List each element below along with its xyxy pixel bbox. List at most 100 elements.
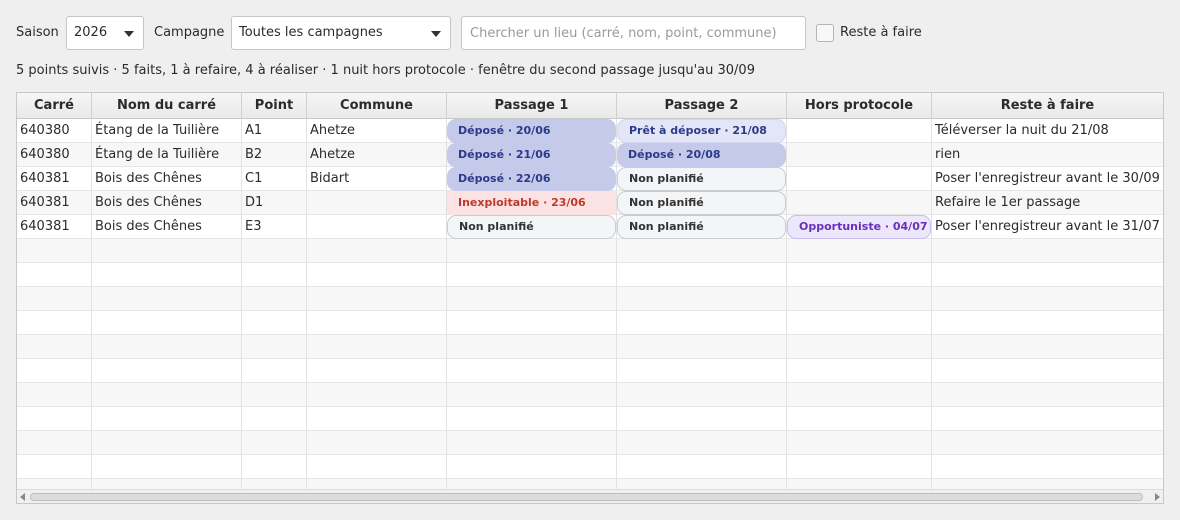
cell-reste: [932, 335, 1163, 359]
column-header-commune[interactable]: Commune: [307, 93, 447, 119]
cell-carre: [17, 359, 92, 383]
cell-carre: [17, 431, 92, 455]
status-badge[interactable]: Non planifié: [617, 215, 786, 239]
table-header: Carré Nom du carré Point Commune Passage…: [17, 93, 1163, 119]
cell-point: A1: [242, 119, 307, 143]
status-badge[interactable]: Non planifié: [447, 215, 616, 239]
cell-hors-protocole: [787, 191, 932, 215]
campaign-select[interactable]: Toutes les campagnes: [231, 16, 451, 50]
table-row[interactable]: 640381 Bois des Chênes D1 Inexploitable · 2…: [17, 191, 1163, 215]
cell-reste: Poser l'enregistreur avant le 30/09: [935, 171, 1160, 186]
cell-passage1: Non planifié: [447, 215, 617, 239]
cell-passage2: [617, 383, 787, 407]
empty-table-row: [17, 239, 1163, 263]
table-row[interactable]: 640381 Bois des Chênes C1 Bidart Déposé · 22…: [17, 167, 1163, 191]
cell-carre: [17, 383, 92, 407]
cell-carre: [17, 311, 92, 335]
cell-passage2: Non planifié: [617, 215, 787, 239]
cell-commune: [307, 215, 447, 239]
cell-passage2: Non planifié: [617, 167, 787, 191]
cell-hors-protocole: [787, 143, 932, 167]
status-badge[interactable]: Prêt à déposer · 21/08: [617, 119, 786, 143]
table-row[interactable]: 640380 Étang de la Tuilière A1 Ahetze Déposé…: [17, 119, 1163, 143]
cell-nom: [92, 263, 242, 287]
cell-nom: Bois des Chênes: [92, 191, 242, 215]
status-badge[interactable]: Non planifié: [617, 167, 786, 191]
table-row[interactable]: 640381 Bois des Chênes E3 Non planifié Non p…: [17, 215, 1163, 239]
cell-passage1: [447, 359, 617, 383]
scroll-left-icon[interactable]: [20, 493, 25, 501]
campaign-label: Campagne: [154, 25, 225, 40]
table-row[interactable]: 640380 Étang de la Tuilière B2 Ahetze Déposé…: [17, 143, 1163, 167]
cell-point: [242, 383, 307, 407]
chevron-down-icon: [124, 31, 134, 37]
cell-hors-protocole: [787, 167, 932, 191]
cell-commune: [307, 239, 447, 263]
cell-passage1: Déposé · 21/06: [447, 143, 617, 167]
cell-commune: [307, 311, 447, 335]
cell-nom: [92, 431, 242, 455]
search-input[interactable]: [461, 16, 806, 50]
cell-passage1: Déposé · 20/06: [447, 119, 617, 143]
cell-point: [242, 287, 307, 311]
cell-point: [242, 311, 307, 335]
cell-nom: [92, 335, 242, 359]
empty-table-row: [17, 335, 1163, 359]
remaining-checkbox[interactable]: [816, 24, 834, 42]
cell-carre: [17, 407, 92, 431]
season-label: Saison: [16, 25, 59, 40]
cell-reste: Poser l'enregistreur avant le 31/07: [935, 219, 1160, 234]
column-header-nom[interactable]: Nom du carré: [92, 93, 242, 119]
column-header-reste[interactable]: Reste à faire: [932, 93, 1163, 119]
status-badge[interactable]: Opportuniste · 04/07: [787, 215, 931, 239]
cell-passage2: [617, 311, 787, 335]
cell-hors-protocole: [787, 455, 932, 479]
cell-passage1: [447, 263, 617, 287]
scroll-right-icon[interactable]: [1155, 493, 1160, 501]
cell-reste: [932, 263, 1163, 287]
cell-commune: [307, 431, 447, 455]
cell-nom: [92, 239, 242, 263]
cell-point: [242, 335, 307, 359]
status-badge[interactable]: Déposé · 22/06: [447, 167, 616, 191]
cell-nom: Bois des Chênes: [92, 167, 242, 191]
column-header-point[interactable]: Point: [242, 93, 307, 119]
cell-point: B2: [242, 143, 307, 167]
cell-passage2: Prêt à déposer · 21/08: [617, 119, 787, 143]
column-header-hors-protocole[interactable]: Hors protocole: [787, 93, 932, 119]
cell-reste: [932, 431, 1163, 455]
remaining-checkbox-label[interactable]: Reste à faire: [840, 25, 922, 40]
horizontal-scrollbar[interactable]: [17, 489, 1163, 503]
empty-table-row: [17, 287, 1163, 311]
status-badge[interactable]: Non planifié: [617, 191, 786, 215]
status-badge[interactable]: Déposé · 20/06: [447, 119, 616, 143]
cell-hors-protocole: [787, 119, 932, 143]
column-header-passage2[interactable]: Passage 2: [617, 93, 787, 119]
cell-hors-protocole: [787, 311, 932, 335]
cell-passage1: [447, 455, 617, 479]
column-header-passage1[interactable]: Passage 1: [447, 93, 617, 119]
cell-nom: Étang de la Tuilière: [92, 119, 242, 143]
cell-hors-protocole: [787, 407, 932, 431]
campaign-select-value: Toutes les campagnes: [239, 25, 383, 40]
empty-table-row: [17, 311, 1163, 335]
cell-reste: [932, 359, 1163, 383]
cell-nom: Bois des Chênes: [92, 215, 242, 239]
summary-text: 5 points suivis · 5 faits, 1 à refaire, …: [16, 63, 755, 78]
status-badge[interactable]: Déposé · 21/06: [447, 143, 616, 167]
cell-nom: [92, 311, 242, 335]
scrollbar-thumb[interactable]: [30, 493, 1143, 501]
season-select[interactable]: 2026: [66, 16, 144, 50]
cell-point: [242, 239, 307, 263]
empty-table-row: [17, 431, 1163, 455]
status-badge[interactable]: Inexploitable · 23/06: [447, 191, 616, 215]
cell-passage1: [447, 239, 617, 263]
cell-commune: [307, 407, 447, 431]
status-badge[interactable]: Déposé · 20/08: [617, 143, 786, 167]
cell-passage1: [447, 383, 617, 407]
cell-carre: 640380: [17, 143, 92, 167]
cell-hors-protocole: [787, 263, 932, 287]
cell-reste: [932, 239, 1163, 263]
column-header-carre[interactable]: Carré: [17, 93, 92, 119]
cell-point: E3: [242, 215, 307, 239]
